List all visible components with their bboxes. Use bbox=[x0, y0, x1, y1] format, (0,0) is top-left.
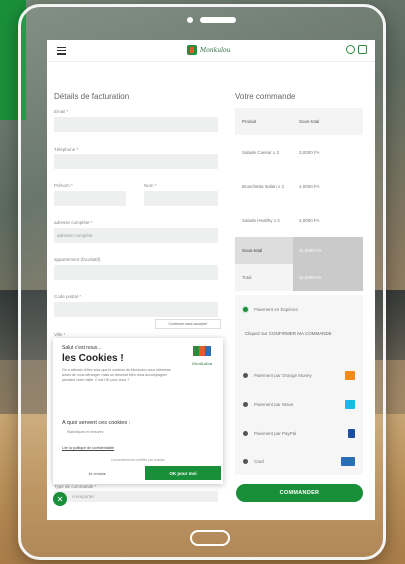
card-icon bbox=[341, 457, 355, 466]
order-item-price: 4,0000 FA bbox=[299, 217, 320, 223]
payment-option-cash[interactable]: Paiement en Espèces bbox=[243, 307, 355, 312]
orange-money-icon bbox=[345, 371, 355, 380]
radio-icon bbox=[243, 459, 248, 464]
tablet-speaker bbox=[200, 17, 236, 23]
payment-box: Paiement en Espèces Cliquez sur CONFIRME… bbox=[235, 295, 363, 475]
logo-icon bbox=[187, 45, 197, 55]
order-item-name: Salade Caesar x 2 bbox=[242, 149, 280, 155]
firstname-label: Prénom * bbox=[54, 183, 73, 188]
site-logo[interactable]: Monkulou bbox=[187, 45, 231, 55]
order-item-price: 3,0000 FA bbox=[299, 149, 320, 155]
postal-field[interactable] bbox=[54, 302, 218, 317]
city-label: Ville * bbox=[54, 332, 66, 337]
tablet-home-button[interactable] bbox=[190, 530, 230, 546]
cookie-logo-text: Monkulou bbox=[192, 361, 213, 366]
firstname-field[interactable] bbox=[54, 191, 126, 206]
payment-option-wave[interactable]: Paiement par Wave bbox=[243, 400, 355, 409]
order-type-select[interactable]: A emporter bbox=[54, 491, 218, 502]
close-icon[interactable]: ✕ bbox=[53, 492, 67, 506]
total-label: Total bbox=[242, 275, 252, 280]
cookie-banner: Salut c'est nous... les Cookies ! Monkul… bbox=[53, 338, 223, 484]
payment-option-label: Paiement par Orange Money bbox=[254, 373, 312, 378]
paypal-icon bbox=[348, 429, 355, 438]
subtotal-label: Sous-total bbox=[242, 248, 263, 253]
checkout-screen: Monkulou Détails de facturation Email * … bbox=[47, 40, 375, 520]
tablet-camera bbox=[187, 17, 193, 23]
payment-option-orange-money[interactable]: Paiement par Orange Money bbox=[243, 371, 355, 380]
total-value: 11,0000 FA bbox=[293, 264, 363, 291]
cookie-choose-button[interactable]: Je choisis bbox=[59, 466, 135, 480]
radio-icon bbox=[243, 402, 248, 407]
cookie-subtitle[interactable]: A quoi servent ces cookies : bbox=[62, 420, 130, 426]
order-button[interactable]: COMMANDER bbox=[236, 484, 363, 502]
continue-without-accepting-button[interactable]: Continuer sans accepter bbox=[155, 319, 221, 329]
postal-label: Code postal * bbox=[54, 294, 82, 299]
order-item-row: Bruschetta Italian x 2 4,0000 FA bbox=[235, 169, 363, 203]
address-field[interactable]: adresse complète bbox=[54, 228, 218, 243]
account-icon[interactable] bbox=[346, 45, 355, 54]
total-row: Total 11,0000 FA bbox=[235, 264, 363, 291]
order-type-value: A emporter bbox=[72, 494, 95, 499]
lastname-field[interactable] bbox=[144, 191, 218, 206]
subtotal-value: 11,0000 FA bbox=[293, 237, 363, 264]
cookie-logo-icon bbox=[191, 346, 213, 360]
privacy-policy-link[interactable]: Lire la politique de confidentialité bbox=[62, 446, 114, 450]
email-label: Email * bbox=[54, 109, 69, 114]
navbar: Monkulou bbox=[47, 40, 375, 62]
email-field[interactable] bbox=[54, 117, 218, 132]
payment-cash-label: Paiement en Espèces bbox=[254, 307, 298, 312]
apartment-field[interactable] bbox=[54, 265, 218, 280]
cookie-title: les Cookies ! bbox=[62, 353, 124, 364]
cart-icon[interactable] bbox=[358, 45, 367, 54]
order-item-row: Salade Healthy x 2 4,0000 FA bbox=[235, 203, 363, 237]
order-item-row: Salade Caesar x 2 3,0000 FA bbox=[235, 135, 363, 169]
radio-icon bbox=[243, 431, 248, 436]
phone-field[interactable] bbox=[54, 154, 218, 169]
payment-option-paypal[interactable]: Paiement par PayPal bbox=[243, 429, 355, 438]
payment-note: Cliquez sur CONFIRMER MA COMMANDE bbox=[245, 331, 332, 336]
cookie-subtitle-small: Statistiques et mesures bbox=[67, 430, 104, 434]
order-item-name: Bruschetta Italian x 2 bbox=[242, 183, 285, 189]
logo-text: Monkulou bbox=[200, 46, 231, 54]
radio-selected-icon bbox=[243, 307, 248, 312]
payment-option-label: Paiement par Wave bbox=[254, 402, 294, 407]
col-subtotal: Sous-total bbox=[299, 119, 320, 124]
wave-icon bbox=[345, 400, 355, 409]
cookie-consent-note: Consentements certifiés par Axeptio bbox=[110, 458, 166, 462]
col-product: Produit bbox=[242, 119, 257, 124]
radio-icon bbox=[243, 373, 248, 378]
order-table: Produit Sous-total Salade Caesar x 2 3,0… bbox=[235, 108, 363, 291]
billing-title: Détails de facturation bbox=[54, 92, 130, 101]
order-title: Votre commande bbox=[235, 92, 296, 101]
apartment-label: appartement (facultatif) bbox=[54, 257, 101, 262]
address-label: adresse complète * bbox=[54, 220, 93, 225]
payment-option-label: Card bbox=[254, 459, 264, 464]
subtotal-row: Sous-total 11,0000 FA bbox=[235, 237, 363, 264]
payment-option-card[interactable]: Card bbox=[243, 457, 355, 466]
payment-option-label: Paiement par PayPal bbox=[254, 431, 297, 436]
order-type-label: Type de commande * bbox=[54, 484, 97, 489]
order-item-price: 4,0000 FA bbox=[299, 183, 320, 189]
lastname-label: Nom * bbox=[144, 183, 157, 188]
hamburger-menu-icon[interactable] bbox=[57, 47, 66, 57]
phone-label: Téléphone * bbox=[54, 147, 79, 152]
cookie-accept-button[interactable]: OK pour moi bbox=[145, 466, 221, 480]
cookie-greeting: Salut c'est nous... bbox=[62, 345, 102, 351]
order-item-name: Salade Healthy x 2 bbox=[242, 217, 280, 223]
cookie-body: On a attendu d'être sûrs que le contenu … bbox=[62, 368, 171, 383]
address-placeholder: adresse complète bbox=[57, 233, 93, 238]
order-header-row: Produit Sous-total bbox=[235, 108, 363, 135]
